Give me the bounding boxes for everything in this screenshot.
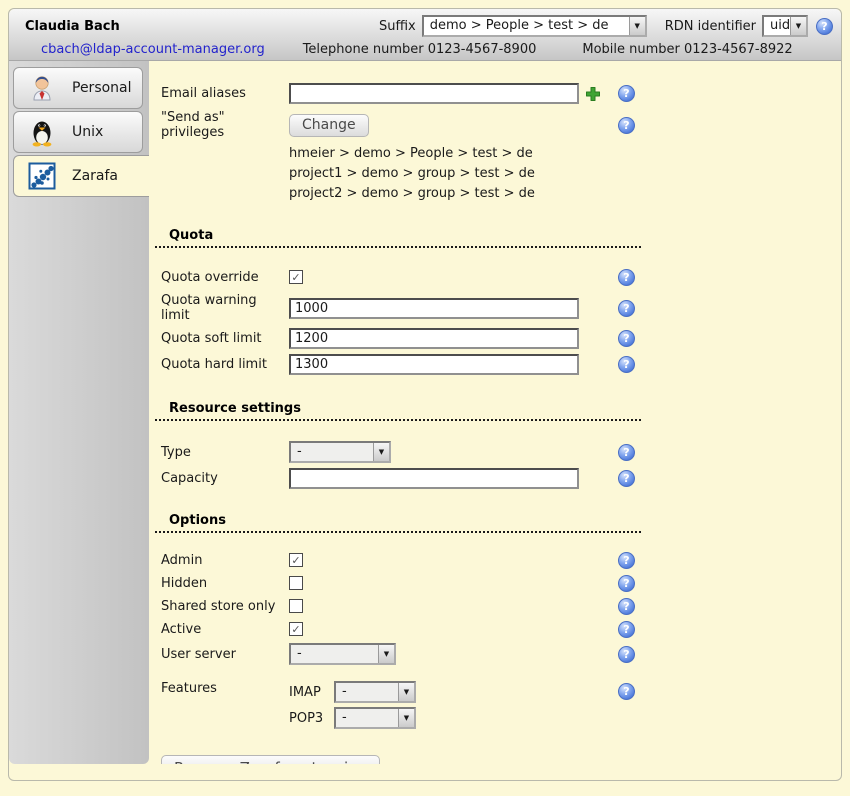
- send-as-entries: hmeier > demo > People > test > de proje…: [289, 144, 843, 204]
- person-icon: [26, 72, 58, 104]
- quota-override-label: Quota override: [161, 270, 289, 285]
- tab-personal-label: Personal: [72, 80, 132, 96]
- quota-override-checkbox[interactable]: ✓: [289, 270, 303, 284]
- help-icon[interactable]: ?: [618, 552, 635, 569]
- hidden-checkbox[interactable]: ✓: [289, 576, 303, 590]
- type-select-value: -: [291, 443, 373, 461]
- help-icon[interactable]: ?: [618, 621, 635, 638]
- module-tab-sidebar: Personal Unix: [9, 61, 149, 764]
- chevron-down-icon: ▼: [378, 645, 394, 663]
- type-select[interactable]: - ▼: [289, 441, 391, 463]
- tab-personal[interactable]: Personal: [13, 67, 143, 109]
- tux-penguin-icon: [26, 116, 58, 148]
- tab-unix[interactable]: Unix: [13, 111, 143, 153]
- send-as-entry: project2 > demo > group > test > de: [289, 184, 843, 204]
- help-icon[interactable]: ?: [618, 575, 635, 592]
- suffix-label: Suffix: [379, 19, 416, 34]
- zarafa-icon: [26, 160, 58, 192]
- type-label: Type: [161, 445, 289, 460]
- send-as-entry: project1 > demo > group > test > de: [289, 164, 843, 184]
- email-aliases-label: Email aliases: [161, 86, 289, 101]
- account-email-link[interactable]: cbach@ldap-account-manager.org: [41, 42, 265, 57]
- email-aliases-input[interactable]: [289, 83, 579, 104]
- shared-store-only-label: Shared store only: [161, 599, 289, 614]
- help-icon[interactable]: ?: [618, 117, 635, 134]
- titlebar: Claudia Bach Suffix demo > People > test…: [9, 9, 841, 61]
- help-icon[interactable]: ?: [618, 683, 635, 700]
- help-icon[interactable]: ?: [816, 18, 833, 35]
- send-as-entry: hmeier > demo > People > test > de: [289, 144, 843, 164]
- help-icon[interactable]: ?: [618, 598, 635, 615]
- section-title-quota: Quota: [155, 228, 641, 248]
- account-editor-window: Claudia Bach Suffix demo > People > test…: [8, 8, 842, 781]
- features-label: Features: [161, 681, 289, 696]
- shared-store-only-checkbox[interactable]: ✓: [289, 599, 303, 613]
- rdn-select-value: uid: [764, 17, 790, 35]
- quota-hard-input[interactable]: [289, 354, 579, 375]
- admin-label: Admin: [161, 553, 289, 568]
- change-send-as-button[interactable]: Change: [289, 114, 369, 137]
- account-name: Claudia Bach: [25, 19, 120, 34]
- chevron-down-icon: ▼: [790, 17, 806, 35]
- remove-zarafa-extension-button[interactable]: Remove Zarafa extension: [161, 755, 380, 764]
- suffix-select[interactable]: demo > People > test > de ▼: [422, 15, 647, 37]
- pop3-label: POP3: [289, 711, 334, 726]
- user-server-select[interactable]: - ▼: [289, 643, 396, 665]
- quota-hard-label: Quota hard limit: [161, 357, 289, 372]
- mobile-number: Mobile number 0123-4567-8922: [582, 42, 792, 57]
- pop3-select-value: -: [336, 709, 398, 727]
- active-checkbox[interactable]: ✓: [289, 622, 303, 636]
- chevron-down-icon: ▼: [398, 683, 414, 701]
- rdn-identifier-select[interactable]: uid ▼: [762, 15, 808, 37]
- tab-zarafa[interactable]: Zarafa: [13, 155, 149, 197]
- quota-soft-input[interactable]: [289, 328, 579, 349]
- user-server-select-value: -: [291, 645, 378, 663]
- admin-checkbox[interactable]: ✓: [289, 553, 303, 567]
- pop3-select[interactable]: - ▼: [334, 707, 416, 729]
- section-title-options: Options: [155, 513, 641, 533]
- quota-warning-input[interactable]: [289, 298, 579, 319]
- tab-zarafa-label: Zarafa: [72, 168, 118, 184]
- telephone-number: Telephone number 0123-4567-8900: [303, 42, 537, 57]
- rdn-identifier-label: RDN identifier: [665, 19, 756, 34]
- imap-label: IMAP: [289, 685, 334, 700]
- help-icon[interactable]: ?: [618, 646, 635, 663]
- capacity-input[interactable]: [289, 468, 579, 489]
- help-icon[interactable]: ?: [618, 85, 635, 102]
- help-icon[interactable]: ?: [618, 330, 635, 347]
- imap-select-value: -: [336, 683, 398, 701]
- send-as-label: "Send as" privileges: [161, 110, 289, 140]
- section-title-resource-settings: Resource settings: [155, 401, 641, 421]
- tab-unix-label: Unix: [72, 124, 103, 140]
- quota-soft-label: Quota soft limit: [161, 331, 289, 346]
- active-label: Active: [161, 622, 289, 637]
- user-server-label: User server: [161, 647, 289, 662]
- quota-warning-label: Quota warning limit: [161, 293, 289, 323]
- help-icon[interactable]: ?: [618, 470, 635, 487]
- chevron-down-icon: ▼: [398, 709, 414, 727]
- capacity-label: Capacity: [161, 471, 289, 486]
- help-icon[interactable]: ?: [618, 300, 635, 317]
- imap-select[interactable]: - ▼: [334, 681, 416, 703]
- help-icon[interactable]: ?: [618, 444, 635, 461]
- chevron-down-icon: ▼: [629, 17, 645, 35]
- add-icon[interactable]: [585, 86, 601, 102]
- hidden-label: Hidden: [161, 576, 289, 591]
- suffix-select-value: demo > People > test > de: [424, 17, 629, 35]
- chevron-down-icon: ▼: [373, 443, 389, 461]
- zarafa-form: Email aliases ? "Send as" privileges Cha…: [149, 61, 843, 764]
- help-icon[interactable]: ?: [618, 356, 635, 373]
- help-icon[interactable]: ?: [618, 269, 635, 286]
